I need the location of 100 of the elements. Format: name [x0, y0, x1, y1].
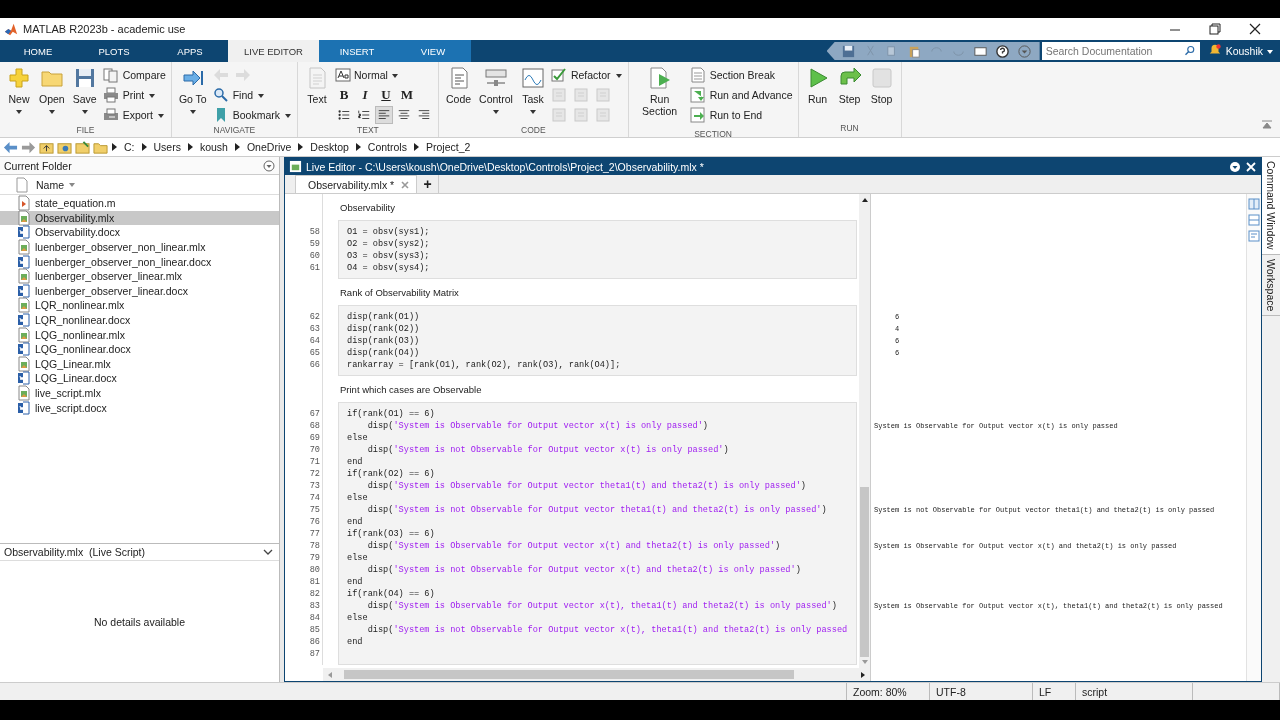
editor-tab[interactable]: Observability.mlx *: [295, 175, 418, 193]
file-item[interactable]: LQG_Linear.mlx: [0, 356, 279, 372]
ribbon-tab[interactable]: INSERT: [319, 40, 395, 62]
panel-menu-icon[interactable]: [1229, 160, 1241, 173]
output-inline-icon[interactable]: [1248, 214, 1260, 226]
panel-menu-icon[interactable]: [263, 159, 275, 172]
help-icon[interactable]: [994, 43, 1010, 59]
ribbon-tab[interactable]: VIEW: [395, 40, 471, 62]
align-right-icon[interactable]: [416, 108, 431, 122]
toolstrip-command[interactable]: Run to End: [689, 105, 793, 125]
code-line: O1 = obsv(sys1);: [347, 226, 431, 238]
restore-icon[interactable]: [1208, 22, 1222, 36]
side-tab[interactable]: Workspace: [1262, 254, 1280, 317]
path-segment[interactable]: Desktop: [307, 141, 352, 153]
vertical-scrollbar[interactable]: [859, 194, 870, 668]
toolstrip-command[interactable]: Compare: [102, 65, 166, 85]
ribbon-tab[interactable]: HOME: [0, 40, 76, 62]
path-segment[interactable]: Controls: [364, 141, 410, 153]
ribbon-tab[interactable]: APPS: [152, 40, 228, 62]
align-left-icon[interactable]: [376, 108, 391, 122]
file-item[interactable]: state_equation.m: [0, 196, 279, 211]
line-number: 65: [308, 347, 321, 359]
format-button[interactable]: U: [376, 86, 395, 104]
output-right-icon[interactable]: [1248, 198, 1260, 210]
scroll-down-icon[interactable]: [860, 659, 869, 666]
path-segment[interactable]: Project_2: [422, 141, 474, 153]
code-block[interactable]: disp(rank(O1)) disp(rank(O2)) disp(rank(O3)) disp(rank(O4)) rankarray = [rank(O1), rank(O2), rank(O3), rank(O4)];: [338, 305, 857, 376]
toolstrip-button[interactable]: Open: [37, 64, 67, 125]
file-item[interactable]: luenberger_observer_non_linear.docx: [0, 254, 279, 269]
code-block[interactable]: [338, 402, 857, 665]
ribbon-tab[interactable]: LIVE EDITOR: [228, 40, 319, 62]
file-item[interactable]: LQG_nonlinear.mlx: [0, 327, 279, 342]
file-item[interactable]: live_script.docx: [0, 400, 279, 415]
numbered-list-icon[interactable]: [356, 108, 371, 122]
new-tab-button[interactable]: +: [417, 175, 440, 193]
file-item[interactable]: LQG_nonlinear.docx: [0, 341, 279, 357]
toolstrip-command[interactable]: Export: [102, 105, 166, 125]
scroll-up-icon[interactable]: [860, 196, 869, 203]
save-icon[interactable]: [840, 43, 856, 59]
file-item[interactable]: LQG_Linear.docx: [0, 371, 279, 386]
code-line: disp(rank(O3)): [347, 335, 421, 347]
toolstrip-button[interactable]: Task: [518, 64, 547, 125]
toolstrip-button[interactable]: Control: [477, 64, 515, 125]
close-icon[interactable]: [1248, 22, 1262, 36]
toolstrip-button[interactable]: Step: [835, 64, 864, 123]
bell-icon[interactable]: [1207, 43, 1222, 57]
format-button[interactable]: I: [355, 86, 374, 104]
file-item[interactable]: live_script.mlx: [0, 385, 279, 401]
caret-icon: [148, 91, 157, 99]
file-item[interactable]: luenberger_observer_non_linear.mlx: [0, 239, 279, 255]
toolstrip-button[interactable]: Go To: [176, 64, 209, 125]
toolstrip-button[interactable]: Save: [70, 64, 99, 125]
hide-code-icon[interactable]: [1248, 230, 1260, 242]
format-button[interactable]: M: [397, 86, 416, 104]
code-line: disp('System is Observable for Output vector x(t), theta1(t) and theta2(t) is only passed'): [366, 600, 838, 612]
dropdown-icon[interactable]: [1016, 43, 1032, 59]
file-item[interactable]: luenberger_observer_linear.mlx: [0, 268, 279, 284]
toolstrip-command[interactable]: Run and Advance: [689, 85, 793, 105]
document-file-icon: [16, 282, 32, 299]
toolstrip-command[interactable]: Bookmark: [212, 105, 292, 125]
caret-icon: [157, 111, 166, 119]
column-header[interactable]: Name: [36, 178, 76, 191]
toolstrip-button[interactable]: Stop: [867, 64, 896, 123]
back-arrow-icon[interactable]: [3, 139, 18, 155]
bulleted-list-icon[interactable]: [336, 108, 351, 122]
toolstrip-command[interactable]: Section Break: [689, 65, 793, 85]
toolstrip-button[interactable]: Run: [803, 64, 832, 123]
toolstrip-button[interactable]: Run Section: [633, 64, 686, 129]
scroll-left-icon[interactable]: [326, 670, 334, 679]
folder-search-icon[interactable]: [75, 139, 90, 155]
file-item[interactable]: LQR_nonlinear.mlx: [0, 298, 279, 313]
ribbon-tab[interactable]: PLOTS: [76, 40, 152, 62]
code-block[interactable]: O1 = obsv(sys1); O2 = obsv(sys2); O3 = obsv(sys3); O4 = obsv(sys4);: [338, 220, 857, 279]
toolstrip-button[interactable]: Text: [302, 64, 331, 125]
toolstrip-button[interactable]: Code: [443, 64, 474, 125]
file-item[interactable]: luenberger_observer_linear.docx: [0, 283, 279, 299]
path-segment[interactable]: OneDrive: [243, 141, 295, 153]
file-item[interactable]: LQR_nonlinear.docx: [0, 312, 279, 328]
line-number: 83: [308, 600, 321, 612]
horizontal-scrollbar[interactable]: [323, 668, 870, 681]
line-number: 67: [308, 408, 321, 420]
collapse-toolstrip-icon[interactable]: [1260, 119, 1274, 131]
file-item[interactable]: Observability.docx: [0, 225, 279, 240]
align-center-icon[interactable]: [396, 108, 411, 122]
scroll-right-icon[interactable]: [859, 670, 867, 679]
toolstrip-command[interactable]: Print: [102, 85, 166, 105]
line-number: 63: [308, 323, 321, 335]
toolstrip-button[interactable]: New: [5, 64, 33, 125]
toolstrip-command[interactable]: Find: [212, 85, 292, 105]
search-field[interactable]: Search Documentation: [1041, 42, 1200, 60]
file-item[interactable]: Observability.mlx: [0, 210, 279, 226]
style-dropdown[interactable]: Normal: [334, 65, 433, 85]
format-button[interactable]: B: [334, 86, 353, 104]
user-menu[interactable]: Koushik: [1221, 40, 1280, 62]
path-segment[interactable]: koush: [196, 141, 231, 153]
side-tab[interactable]: Command Window: [1262, 157, 1280, 255]
chevron-down-icon[interactable]: [263, 548, 273, 556]
toolstrip-command[interactable]: Refactor: [550, 65, 623, 85]
path-segment[interactable]: C:: [121, 141, 138, 153]
path-segment[interactable]: Users: [150, 141, 184, 153]
